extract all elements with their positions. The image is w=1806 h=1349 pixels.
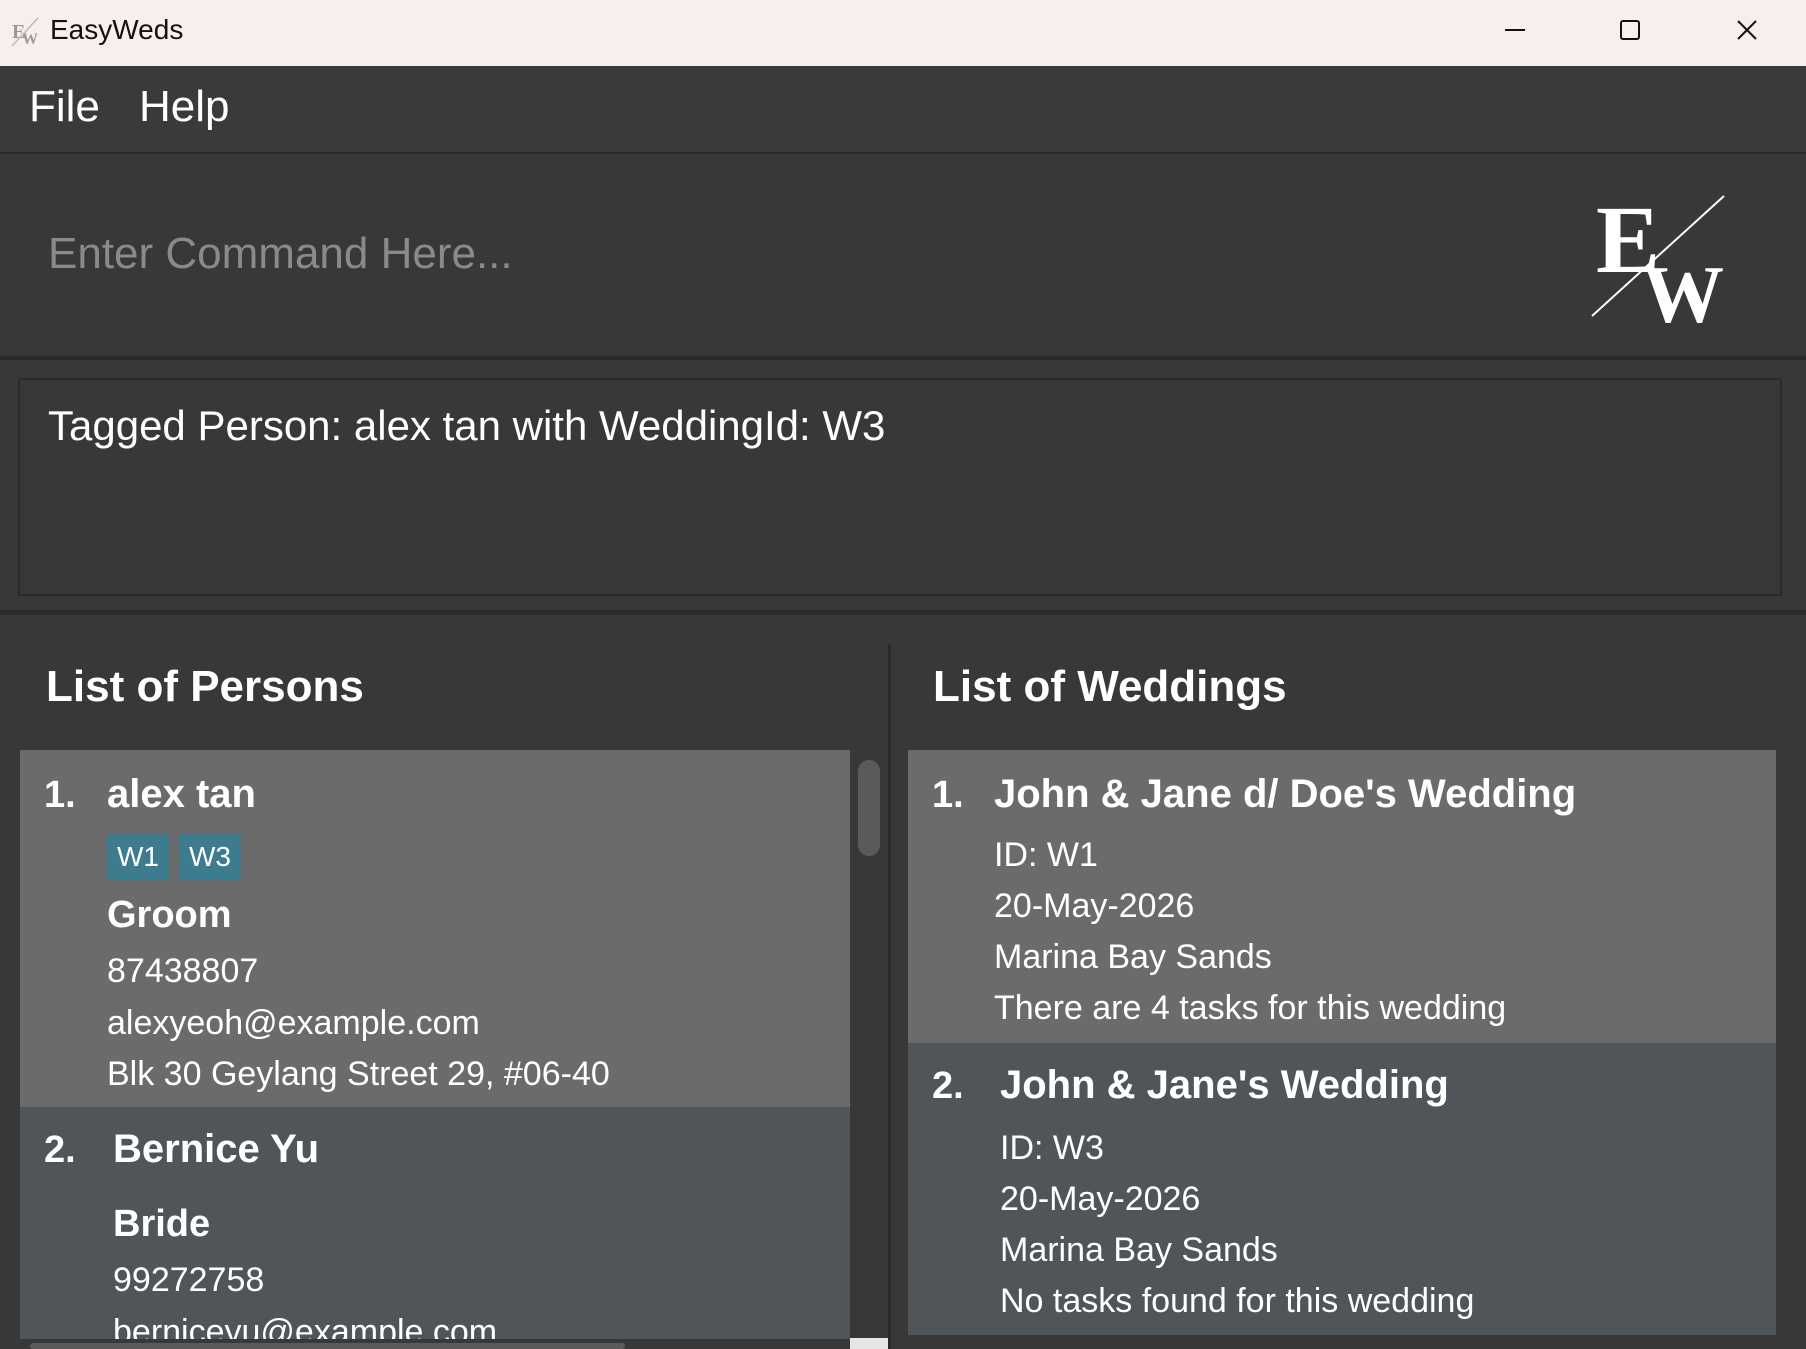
wedding-date: 20-May-2026 xyxy=(1000,1180,1201,1218)
command-input[interactable] xyxy=(30,214,1530,294)
wedding-name: John & Jane d/ Doe's Wedding xyxy=(994,772,1577,816)
wedding-tasks: No tasks found for this wedding xyxy=(1000,1282,1475,1320)
window-titlebar: E W EasyWeds xyxy=(0,0,1806,66)
close-button[interactable] xyxy=(1692,0,1802,60)
wedding-card-1[interactable]: 1. John & Jane d/ Doe's Wedding ID: W1 2… xyxy=(908,750,1776,1043)
section-divider xyxy=(0,610,1806,615)
person-card-2[interactable]: 2. Bernice Yu Bride 99272758 berniceyu@e… xyxy=(20,1107,850,1339)
person-phone: 87438807 xyxy=(107,952,259,990)
easyweds-app-icon: E W xyxy=(11,17,39,48)
person-email: berniceyu@example.com xyxy=(113,1313,498,1339)
person-role: Groom xyxy=(107,894,232,936)
person-name: alex tan xyxy=(107,772,256,816)
panel-divider xyxy=(888,644,891,1349)
person-role: Bride xyxy=(113,1203,211,1245)
maximize-button[interactable] xyxy=(1575,0,1685,60)
wedding-tag: W3 xyxy=(179,834,241,880)
person-card-1[interactable]: 1. alex tan W1 W3 Groom 87438807 alexyeo… xyxy=(20,750,850,1107)
window-title: EasyWeds xyxy=(50,14,184,45)
persons-list[interactable]: 1. alex tan W1 W3 Groom 87438807 alexyeo… xyxy=(20,750,850,1339)
person-name: Bernice Yu xyxy=(113,1127,320,1171)
person-index: 1. xyxy=(44,774,76,816)
wedding-venue: Marina Bay Sands xyxy=(994,938,1272,976)
easyweds-logo: E W xyxy=(1591,190,1725,330)
persons-scrollbar-thumb[interactable] xyxy=(858,760,880,856)
wedding-tag: W1 xyxy=(107,834,169,880)
person-address: Blk 30 Geylang Street 29, #06-40 xyxy=(107,1055,610,1093)
persons-panel-title: List of Persons xyxy=(46,662,364,711)
wedding-date: 20-May-2026 xyxy=(994,887,1195,925)
svg-text:W: W xyxy=(1642,249,1724,330)
person-email: alexyeoh@example.com xyxy=(107,1004,480,1042)
minimize-icon xyxy=(1505,29,1525,31)
menu-bar: File Help xyxy=(0,66,1806,154)
minimize-button[interactable] xyxy=(1460,0,1570,60)
result-message: Tagged Person: alex tan with WeddingId: … xyxy=(48,402,886,449)
maximize-icon xyxy=(1620,20,1640,40)
persons-scrollbar[interactable] xyxy=(852,750,882,1349)
wedding-card-2[interactable]: 2. John & Jane's Wedding ID: W3 20-May-2… xyxy=(908,1043,1776,1335)
command-box xyxy=(0,156,1806,360)
scroll-corner xyxy=(850,1338,888,1349)
wedding-index: 1. xyxy=(932,774,964,816)
person-phone: 99272758 xyxy=(113,1261,265,1299)
wedding-index: 2. xyxy=(932,1065,964,1107)
menu-help[interactable]: Help xyxy=(139,82,230,132)
close-icon xyxy=(1737,20,1757,40)
wedding-name: John & Jane's Wedding xyxy=(1000,1063,1449,1107)
weddings-panel-title: List of Weddings xyxy=(933,662,1287,711)
result-display: Tagged Person: alex tan with WeddingId: … xyxy=(18,378,1782,596)
wedding-tasks: There are 4 tasks for this wedding xyxy=(994,989,1507,1027)
weddings-list[interactable]: 1. John & Jane d/ Doe's Wedding ID: W1 2… xyxy=(908,750,1776,1335)
wedding-id: ID: W1 xyxy=(994,836,1098,874)
menu-file[interactable]: File xyxy=(29,82,100,132)
wedding-id: ID: W3 xyxy=(1000,1129,1104,1167)
persons-horizontal-scrollbar[interactable] xyxy=(30,1343,625,1349)
wedding-venue: Marina Bay Sands xyxy=(1000,1231,1278,1269)
person-index: 2. xyxy=(44,1129,76,1171)
